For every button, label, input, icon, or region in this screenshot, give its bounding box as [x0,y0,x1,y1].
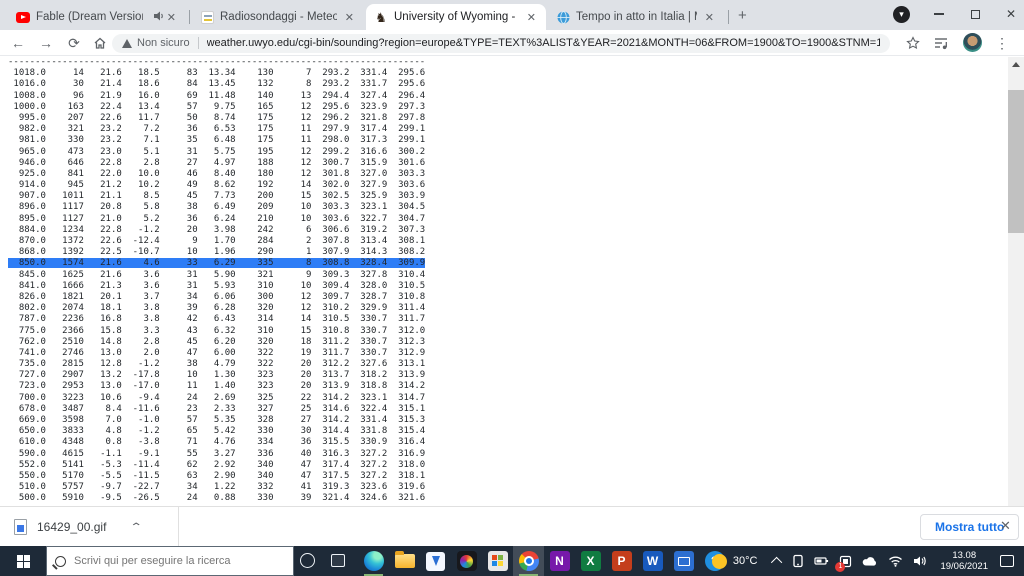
browser-titlebar: Fable (Dream Version) - YouT ✕ Radiosond… [0,0,1024,30]
tab-close-icon[interactable]: ✕ [525,11,538,24]
tab-search-button[interactable]: ▾ [893,6,910,23]
scrollbar-up-arrow[interactable] [1008,57,1024,72]
system-tray: 30°C 1 13.08 19/06/2021 [711,546,1024,576]
tab-youtube[interactable]: Fable (Dream Version) - YouT ✕ [8,4,186,30]
task-view-icon[interactable] [331,554,345,567]
taskbar-onenote-button[interactable]: N [544,546,575,576]
wifi-icon[interactable] [888,555,903,567]
taskbar-microsoft-store-button[interactable] [482,546,513,576]
address-divider [197,37,199,49]
bookmark-star-icon[interactable] [903,33,923,53]
download-bar: 16429_00.gif ⌃ Mostra tutto ✕ [0,506,1024,547]
taskbar-touch-input-button[interactable] [420,546,451,576]
taskbar-clock[interactable]: 13.08 19/06/2021 [940,550,988,572]
file-explorer-icon [394,551,415,568]
url-text[interactable]: weather.uwyo.edu/cgi-bin/sounding?region… [207,37,880,49]
clock-time: 13.08 [952,550,977,561]
tab-title: Tempo in atto in Italia | MeteoAM [576,11,697,23]
not-secure-warning-icon [122,38,132,48]
taskbar-edge-button[interactable] [358,546,389,576]
address-bar[interactable]: Non sicuro weather.uwyo.edu/cgi-bin/soun… [112,33,890,53]
taskbar-chrome-button[interactable] [513,546,544,576]
clock-date: 19/06/2021 [940,561,988,572]
screen-snip-icon [673,551,694,571]
media-controls-icon[interactable] [931,33,951,53]
page-content: ----------------------------------------… [0,57,1024,506]
windows-taskbar: N X P W ? 30°C 1 13.08 19/06/2021 [0,546,1024,576]
wyoming-horse-favicon: ♞ [375,9,387,25]
chrome-icon [518,551,539,571]
cortana-icon[interactable] [300,553,315,568]
taskbar-excel-button[interactable]: X [575,546,606,576]
battery-icon[interactable] [814,555,829,567]
edge-icon [363,551,384,571]
search-input[interactable] [74,555,274,567]
reload-button[interactable]: ⟳ [64,33,84,53]
scrollbar-thumb[interactable] [1008,90,1024,233]
search-icon [55,555,66,567]
tab-close-icon[interactable]: ✕ [165,11,178,24]
tab-title: University of Wyoming - Radioso [394,11,519,23]
badged-app-icon[interactable]: 1 [835,555,852,572]
tab-separator [189,10,190,24]
tab-audio-icon[interactable] [153,10,165,25]
tab-title: Radiosondaggi - MeteoNetwork [220,11,337,23]
word-icon: W [642,551,663,571]
download-bar-divider [178,507,179,547]
tab-meteonetwork[interactable]: Radiosondaggi - MeteoNetwork ✕ [192,4,364,30]
profile-avatar[interactable] [963,33,982,52]
volume-icon[interactable] [913,555,927,567]
onedrive-cloud-icon[interactable] [862,556,878,567]
windows-logo-icon [16,554,30,568]
home-button[interactable] [90,33,110,53]
action-center-icon[interactable] [1000,555,1014,567]
weather-sun-icon[interactable] [711,553,727,569]
download-file-name[interactable]: 16429_00.gif [37,520,106,534]
microsoft-store-icon [487,551,508,571]
taskbar-pinwheel-app-button[interactable] [451,546,482,576]
powerpoint-icon: P [611,551,632,571]
onenote-icon: N [549,551,570,571]
menu-dots-icon[interactable]: ⋮ [992,33,1012,53]
temperature-label[interactable]: 30°C [733,555,758,567]
tab-university-of-wyoming[interactable]: ♞ University of Wyoming - Radioso ✕ [366,4,546,30]
window-minimize-button[interactable] [922,0,956,28]
forward-button[interactable]: → [36,33,56,53]
browser-toolbar: ← → ⟳ Non sicuro weather.uwyo.edu/cgi-bi… [0,30,1024,56]
tab-title: Fable (Dream Version) - YouT [36,11,143,23]
downloaded-file-chip[interactable]: 16429_00.gif ⌃ [14,513,143,541]
download-bar-close-icon[interactable]: ✕ [1000,518,1011,534]
taskbar-apps: N X P W ? [358,546,730,576]
start-button[interactable] [0,546,46,576]
taskbar-screen-snip-button[interactable] [668,546,699,576]
youtube-favicon [16,10,30,24]
taskbar-file-explorer-button[interactable] [389,546,420,576]
taskbar-search[interactable] [46,546,294,576]
tab-close-icon[interactable]: ✕ [703,11,716,24]
window-maximize-button[interactable] [958,0,992,28]
taskbar-powerpoint-button[interactable]: P [606,546,637,576]
globe-favicon [556,10,570,24]
window-close-button[interactable]: ✕ [994,0,1024,28]
sounding-text[interactable]: ----------------------------------------… [0,57,1000,505]
tab-separator [728,10,729,24]
security-label[interactable]: Non sicuro [137,37,190,49]
back-button[interactable]: ← [8,33,28,53]
download-chevron-up-icon[interactable]: ⌃ [130,522,143,533]
taskbar-word-button[interactable]: W [637,546,668,576]
device-icon[interactable] [792,554,804,568]
notification-badge: 1 [835,561,846,572]
new-tab-button[interactable]: + [738,7,747,24]
pinwheel-app-icon [456,551,477,571]
touch-input-icon [426,551,445,571]
tab-close-icon[interactable]: ✕ [343,11,356,24]
image-file-icon [14,519,27,535]
tray-chevron-up-icon[interactable] [771,556,783,569]
excel-icon: X [580,551,601,571]
meteonetwork-favicon [200,10,214,24]
tab-meteoam[interactable]: Tempo in atto in Italia | MeteoAM ✕ [548,4,724,30]
